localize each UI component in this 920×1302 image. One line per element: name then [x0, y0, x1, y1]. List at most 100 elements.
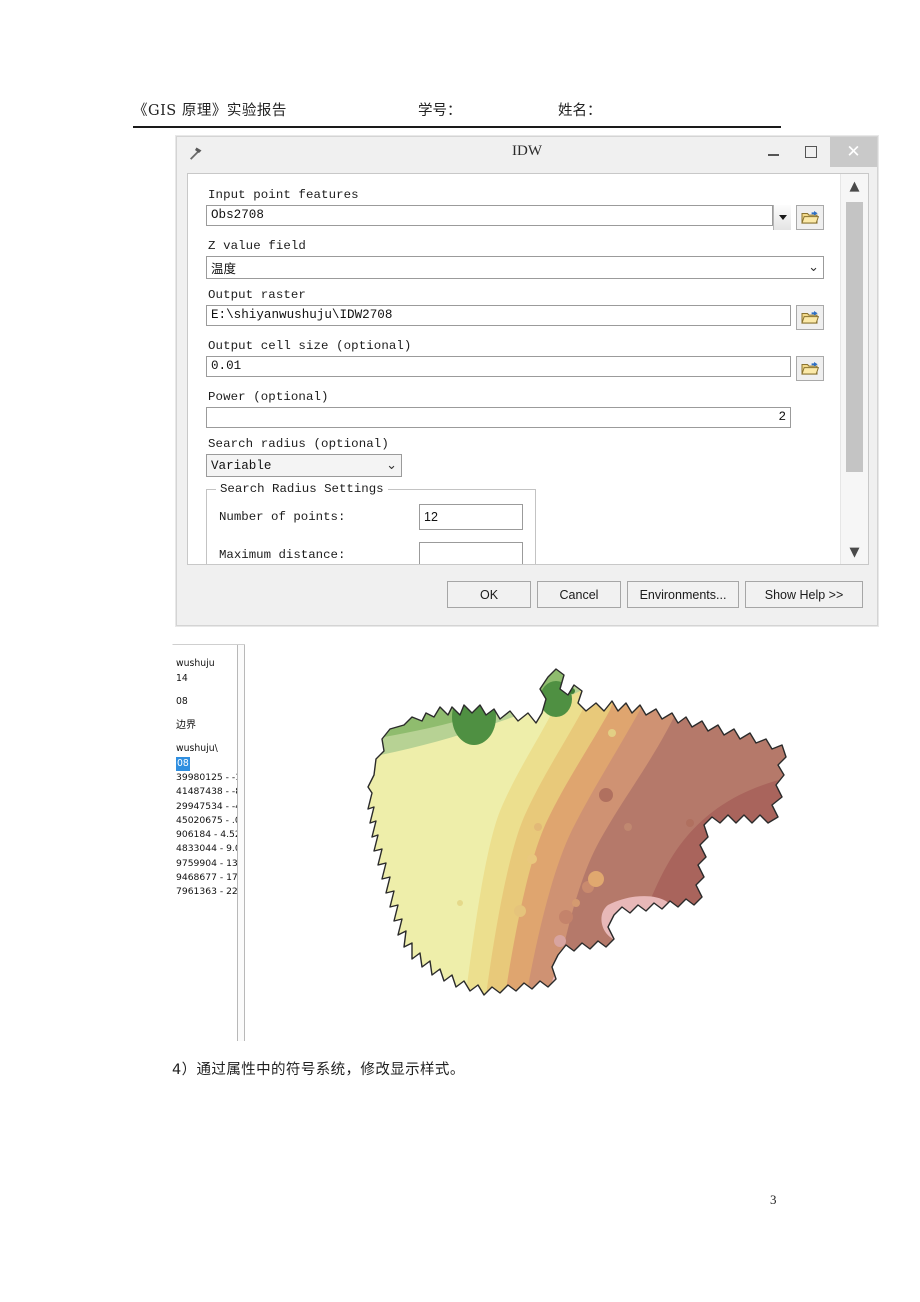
table-of-contents-panel: wushuju 14 08 边界 wushuju\ 08 39980125 - …	[172, 644, 245, 1041]
open-folder-icon	[801, 362, 819, 375]
show-help-button[interactable]: Show Help >>	[745, 581, 863, 608]
label-output-cell-size: Output cell size (optional)	[208, 339, 412, 353]
band-dark-green	[452, 689, 496, 745]
toc-entry[interactable]: 08	[176, 695, 245, 710]
toc-spacer	[176, 686, 245, 695]
legend-class: 39980125 - -1	[176, 772, 242, 783]
sample-point-artifact	[527, 854, 537, 864]
row-maximum-distance: Maximum distance:	[219, 542, 525, 564]
idw-dialog: IDW ✕ Input point features Obs2708 Z val…	[176, 136, 878, 626]
scroll-up-arrow-icon[interactable]: ▲	[841, 174, 868, 198]
window-controls: ✕	[754, 137, 877, 169]
student-name-label: 姓名：	[558, 103, 602, 119]
field-output-cell-size: 0.01	[206, 356, 824, 381]
toc-entry[interactable]: 14	[176, 672, 245, 687]
band-pink	[601, 896, 674, 945]
output-cell-size-input[interactable]: 0.01	[206, 356, 791, 377]
scroll-down-arrow-icon[interactable]: ▼	[841, 540, 868, 564]
browse-output-cell-size-button[interactable]	[796, 356, 824, 381]
maximize-icon[interactable]	[792, 137, 830, 167]
legend-class: 9759904 - 13	[176, 857, 238, 869]
toc-scrollbar[interactable]	[237, 645, 245, 1041]
label-search-radius: Search radius (optional)	[208, 437, 389, 451]
label-input-point-features: Input point features	[208, 188, 359, 202]
sample-point-artifact	[588, 871, 604, 887]
input-point-features-value: Obs2708	[211, 208, 264, 222]
scrollbar-thumb[interactable]	[846, 202, 863, 472]
sichuan-temperature-surface	[367, 668, 787, 996]
row-number-of-points: Number of points: 12	[219, 504, 525, 530]
number-of-points-value: 12	[424, 510, 438, 524]
search-radius-settings-title: Search Radius Settings	[216, 482, 388, 496]
label-z-value-field: Z value field	[208, 239, 306, 253]
input-point-features-combo[interactable]: Obs2708	[206, 205, 773, 226]
dialog-button-bar: OK Cancel Environments... Show Help >>	[177, 567, 877, 625]
output-cell-size-value: 0.01	[211, 359, 242, 373]
chevron-down-icon: ⌄	[808, 260, 819, 275]
student-id-label: 学号：	[418, 103, 462, 119]
label-output-raster: Output raster	[208, 288, 306, 302]
caret-down-icon	[778, 215, 787, 220]
power-input[interactable]: 2	[206, 407, 791, 428]
input-point-features-dropdown-arrow[interactable]	[773, 205, 791, 230]
label-power: Power (optional)	[208, 390, 329, 404]
report-title: 《GIS 原理》实验报告	[133, 103, 287, 119]
page-number: 3	[770, 1192, 777, 1207]
z-value-field-dropdown[interactable]: 温度 ⌄	[206, 256, 824, 279]
sample-point-artifact	[572, 899, 580, 907]
browse-input-point-features-button[interactable]	[796, 205, 824, 230]
dialog-vertical-scrollbar[interactable]: ▲ ▼	[840, 174, 868, 564]
output-raster-value: E:\shiyanwushuju\IDW2708	[211, 308, 393, 322]
band-pink	[552, 964, 585, 995]
figure-caption: 4）通过属性中的符号系统，修改显示样式。	[172, 1062, 465, 1078]
field-input-point-features: Obs2708	[206, 205, 824, 230]
legend-class: 41487438 - -8	[176, 786, 242, 798]
legend-class: 906184 - 4.52	[176, 829, 241, 841]
legend-class: 45020675 - .0	[176, 814, 241, 826]
z-value-field-value: 温度	[211, 261, 237, 276]
power-value: 2	[778, 410, 786, 424]
sample-point-artifact	[599, 788, 613, 802]
legend-class: 4833044 - 9.0	[176, 843, 241, 855]
environments-button[interactable]: Environments...	[627, 581, 739, 608]
sample-point-artifact	[514, 905, 526, 917]
maximum-distance-input[interactable]	[419, 542, 523, 564]
ok-button[interactable]: OK	[447, 581, 531, 608]
sample-point-artifact	[559, 910, 573, 924]
toc-entry-boundary[interactable]: 边界	[176, 719, 245, 734]
interpolated-raster-map	[360, 655, 800, 1045]
label-number-of-points: Number of points:	[219, 510, 346, 524]
close-icon[interactable]: ✕	[830, 137, 877, 167]
toc-spacer	[176, 710, 245, 719]
sample-point-artifact	[567, 956, 577, 966]
sample-point-artifact	[624, 823, 632, 831]
browse-output-raster-button[interactable]	[796, 305, 824, 330]
minimize-icon[interactable]	[754, 137, 792, 167]
toc-spacer	[176, 733, 245, 742]
open-folder-icon	[801, 211, 819, 224]
cancel-button[interactable]: Cancel	[537, 581, 621, 608]
sample-point-artifact	[534, 823, 542, 831]
search-radius-dropdown[interactable]: Variable ⌄	[206, 454, 402, 477]
sample-point-artifact	[686, 819, 694, 827]
legend-class: 9468677 - 17	[176, 872, 238, 884]
field-output-raster: E:\shiyanwushuju\IDW2708	[206, 305, 824, 330]
toc-layer-list: wushuju 14 08 边界 wushuju\ 08 39980125 - …	[173, 645, 245, 900]
number-of-points-input[interactable]: 12	[419, 504, 523, 530]
sample-point-artifact	[554, 935, 566, 947]
field-power: 2	[206, 407, 824, 428]
toc-entry[interactable]: wushuju	[176, 657, 245, 672]
legend-class: 29947534 - -4	[176, 800, 242, 812]
toc-entry[interactable]: wushuju\	[176, 742, 245, 757]
chevron-down-icon: ⌄	[386, 458, 397, 473]
dialog-form-panel: Input point features Obs2708 Z value fie…	[187, 173, 869, 565]
dialog-titlebar[interactable]: IDW ✕	[177, 137, 877, 170]
legend-class: 7961363 - 22	[176, 886, 238, 898]
search-radius-value: Variable	[211, 458, 272, 473]
output-raster-input[interactable]: E:\shiyanwushuju\IDW2708	[206, 305, 791, 326]
open-folder-icon	[801, 311, 819, 324]
sample-point-artifact	[457, 900, 463, 906]
toc-entry-selected[interactable]: 08	[176, 756, 245, 771]
document-header: 《GIS 原理》实验报告 学号： 姓名：	[133, 96, 781, 128]
search-radius-settings-group: Search Radius Settings Number of points:…	[206, 482, 536, 564]
